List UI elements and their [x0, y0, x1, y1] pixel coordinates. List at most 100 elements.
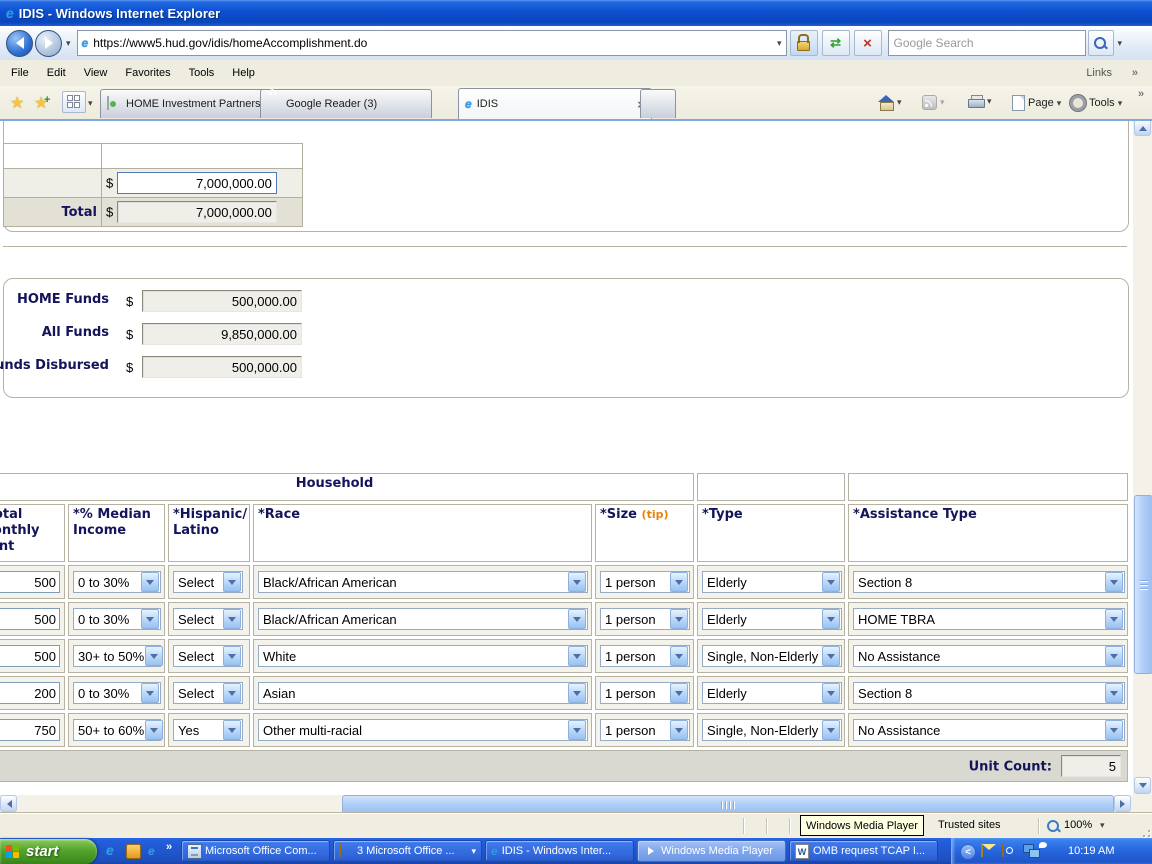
- new-mail-icon[interactable]: [981, 843, 997, 858]
- title-bar[interactable]: e IDIS - Windows Internet Explorer: [0, 0, 1152, 26]
- scroll-left-button[interactable]: [0, 795, 17, 812]
- amount-input[interactable]: [116, 172, 277, 194]
- menu-favorites[interactable]: Favorites: [116, 63, 179, 83]
- links-toolbar[interactable]: Links: [1086, 67, 1112, 79]
- rent-input[interactable]: [0, 608, 60, 630]
- select-arrow-icon[interactable]: [670, 609, 688, 629]
- tab-home-investment[interactable]: HOME Investment Partnershi...: [100, 89, 272, 118]
- recent-pages-dropdown[interactable]: ▾: [66, 38, 71, 49]
- hispanic-latino-select[interactable]: Yes: [173, 719, 243, 741]
- menu-help[interactable]: Help: [223, 63, 264, 83]
- hispanic-latino-select[interactable]: Select: [173, 571, 243, 593]
- hispanic-latino-select[interactable]: Select: [173, 608, 243, 630]
- links-overflow-chevron[interactable]: »: [1132, 67, 1138, 79]
- quick-tabs-button[interactable]: [62, 91, 86, 113]
- menu-tools[interactable]: Tools: [180, 63, 224, 83]
- race-select[interactable]: Black/African American: [258, 571, 588, 593]
- size-select[interactable]: 1 person: [600, 571, 690, 593]
- url-text[interactable]: https://www5.hud.gov/idis/homeAccomplish…: [93, 36, 777, 50]
- type-select[interactable]: Single, Non-Elderly: [702, 719, 843, 741]
- rent-input[interactable]: [0, 571, 60, 593]
- median-income-select[interactable]: 30+ to 50%: [73, 645, 164, 667]
- select-arrow-icon[interactable]: [141, 609, 159, 629]
- task-button-media-player[interactable]: Windows Media Player: [637, 840, 786, 862]
- select-arrow-icon[interactable]: [822, 609, 841, 629]
- select-arrow-icon[interactable]: [1105, 609, 1124, 629]
- tools-dropdown-icon[interactable]: ▾: [1118, 98, 1123, 109]
- type-select[interactable]: Elderly: [702, 608, 843, 630]
- select-arrow-icon[interactable]: [223, 683, 241, 703]
- assistance-type-select[interactable]: HOME TBRA: [853, 608, 1126, 630]
- select-arrow-icon[interactable]: [141, 572, 159, 592]
- median-income-select[interactable]: 0 to 30%: [73, 571, 161, 593]
- select-arrow-icon[interactable]: [145, 646, 164, 666]
- print-dropdown-icon[interactable]: ▾: [987, 96, 992, 107]
- select-arrow-icon[interactable]: [670, 720, 688, 740]
- home-button[interactable]: ▾: [878, 95, 902, 111]
- zoom-level[interactable]: 100%: [1064, 819, 1092, 831]
- select-arrow-icon[interactable]: [670, 646, 688, 666]
- feeds-button[interactable]: ▾: [922, 95, 945, 110]
- menu-file[interactable]: File: [2, 63, 38, 83]
- page-dropdown-icon[interactable]: ▾: [1057, 98, 1062, 109]
- select-arrow-icon[interactable]: [223, 609, 241, 629]
- tray-collapse-chevron[interactable]: <: [960, 844, 976, 860]
- tab-google-reader[interactable]: Google Reader (3): [260, 88, 432, 118]
- forward-button[interactable]: [35, 29, 62, 57]
- toolbar-overflow-chevron[interactable]: »: [1138, 88, 1144, 100]
- race-select[interactable]: Other multi-racial: [258, 719, 588, 741]
- size-select[interactable]: 1 person: [600, 645, 690, 667]
- select-arrow-icon[interactable]: [822, 720, 841, 740]
- select-arrow-icon[interactable]: [1105, 720, 1124, 740]
- zoom-dropdown-icon[interactable]: ▾: [1100, 820, 1105, 831]
- select-arrow-icon[interactable]: [223, 646, 241, 666]
- tab-idis[interactable]: e IDIS ×: [458, 88, 652, 119]
- home-dropdown-icon[interactable]: ▾: [897, 97, 902, 108]
- hispanic-latino-select[interactable]: Select: [173, 645, 243, 667]
- start-button[interactable]: start: [0, 839, 97, 864]
- add-favorite-plus-icon[interactable]: +: [44, 94, 50, 106]
- median-income-select[interactable]: 0 to 30%: [73, 682, 161, 704]
- task-button-idis[interactable]: e IDIS - Windows Inter...: [485, 840, 634, 862]
- rent-input[interactable]: [0, 645, 60, 667]
- tab-list-dropdown[interactable]: ▾: [88, 98, 93, 109]
- select-arrow-icon[interactable]: [568, 646, 586, 666]
- hispanic-latino-select[interactable]: Select: [173, 682, 243, 704]
- back-button[interactable]: [6, 29, 33, 57]
- scroll-down-button[interactable]: [1134, 777, 1151, 794]
- outlook-reminder-icon[interactable]: [1002, 843, 1018, 858]
- select-arrow-icon[interactable]: [145, 720, 164, 740]
- menu-view[interactable]: View: [75, 63, 117, 83]
- select-arrow-icon[interactable]: [223, 720, 241, 740]
- quick-launch-ie-icon[interactable]: e: [106, 843, 114, 857]
- scroll-up-button[interactable]: [1134, 119, 1151, 136]
- favorites-center-icon[interactable]: ★: [10, 93, 24, 113]
- stop-button[interactable]: ×: [853, 30, 882, 56]
- assistance-type-select[interactable]: No Assistance: [853, 719, 1126, 741]
- task-button-office-group[interactable]: 3 Microsoft Office ... ▾: [333, 840, 482, 862]
- race-select[interactable]: Asian: [258, 682, 588, 704]
- vertical-scrollbar[interactable]: [1133, 119, 1152, 795]
- median-income-select[interactable]: 50+ to 60%: [73, 719, 164, 741]
- type-select[interactable]: Elderly: [702, 682, 843, 704]
- race-select[interactable]: White: [258, 645, 588, 667]
- task-button-office-communicator[interactable]: Microsoft Office Com...: [181, 840, 330, 862]
- security-lock-button[interactable]: [789, 30, 818, 56]
- type-select[interactable]: Single, Non-Elderly: [702, 645, 843, 667]
- search-box[interactable]: Google Search: [887, 30, 1086, 56]
- messenger-icon[interactable]: [1044, 844, 1060, 858]
- select-arrow-icon[interactable]: [568, 683, 586, 703]
- select-arrow-icon[interactable]: [822, 646, 841, 666]
- select-arrow-icon[interactable]: [1105, 683, 1124, 703]
- select-arrow-icon[interactable]: [568, 572, 586, 592]
- select-arrow-icon[interactable]: [670, 683, 688, 703]
- vertical-scroll-thumb[interactable]: [1134, 495, 1152, 674]
- assistance-type-select[interactable]: No Assistance: [853, 645, 1126, 667]
- size-select[interactable]: 1 person: [600, 682, 690, 704]
- select-arrow-icon[interactable]: [822, 683, 841, 703]
- address-bar[interactable]: e https://www5.hud.gov/idis/homeAccompli…: [76, 30, 787, 56]
- size-select[interactable]: 1 person: [600, 608, 690, 630]
- select-arrow-icon[interactable]: [822, 572, 841, 592]
- size-select[interactable]: 1 person: [600, 719, 690, 741]
- quick-launch-overflow-chevron[interactable]: »: [166, 841, 172, 853]
